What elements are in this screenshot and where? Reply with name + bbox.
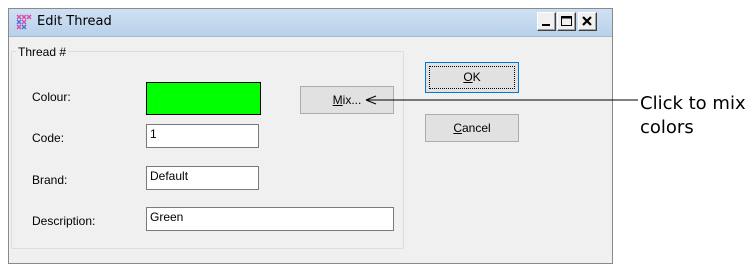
callout-text: Click to mix colors [640,93,746,138]
